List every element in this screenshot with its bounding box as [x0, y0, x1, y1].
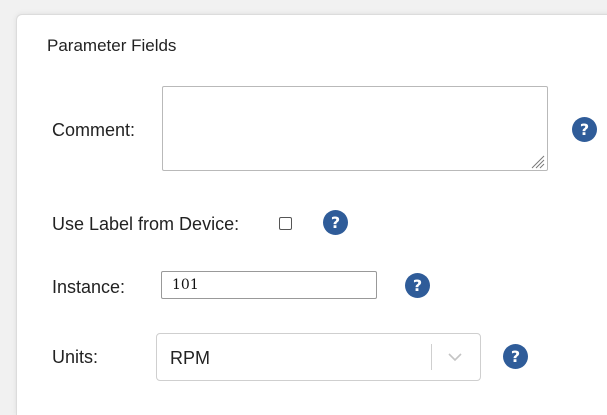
use-label-checkbox[interactable]: [279, 217, 292, 230]
units-label: Units:: [52, 347, 99, 367]
comment-help-icon[interactable]: ?: [572, 117, 597, 142]
units-selected-value: RPM: [170, 348, 210, 368]
units-help-icon[interactable]: ?: [503, 344, 528, 369]
instance-input[interactable]: [161, 271, 377, 299]
comment-label: Comment:: [52, 120, 136, 140]
chevron-down-icon[interactable]: [445, 349, 465, 365]
instance-help-icon[interactable]: ?: [405, 273, 430, 298]
select-divider: [431, 344, 432, 370]
instance-label: Instance:: [52, 277, 126, 297]
resize-grip-icon[interactable]: [529, 153, 545, 169]
section-title: Parameter Fields: [47, 36, 177, 55]
use-label-from-device-label: Use Label from Device:: [52, 214, 240, 234]
use-label-help-icon[interactable]: ?: [323, 210, 348, 235]
comment-textarea[interactable]: [162, 86, 548, 171]
units-select[interactable]: RPM: [156, 333, 481, 381]
